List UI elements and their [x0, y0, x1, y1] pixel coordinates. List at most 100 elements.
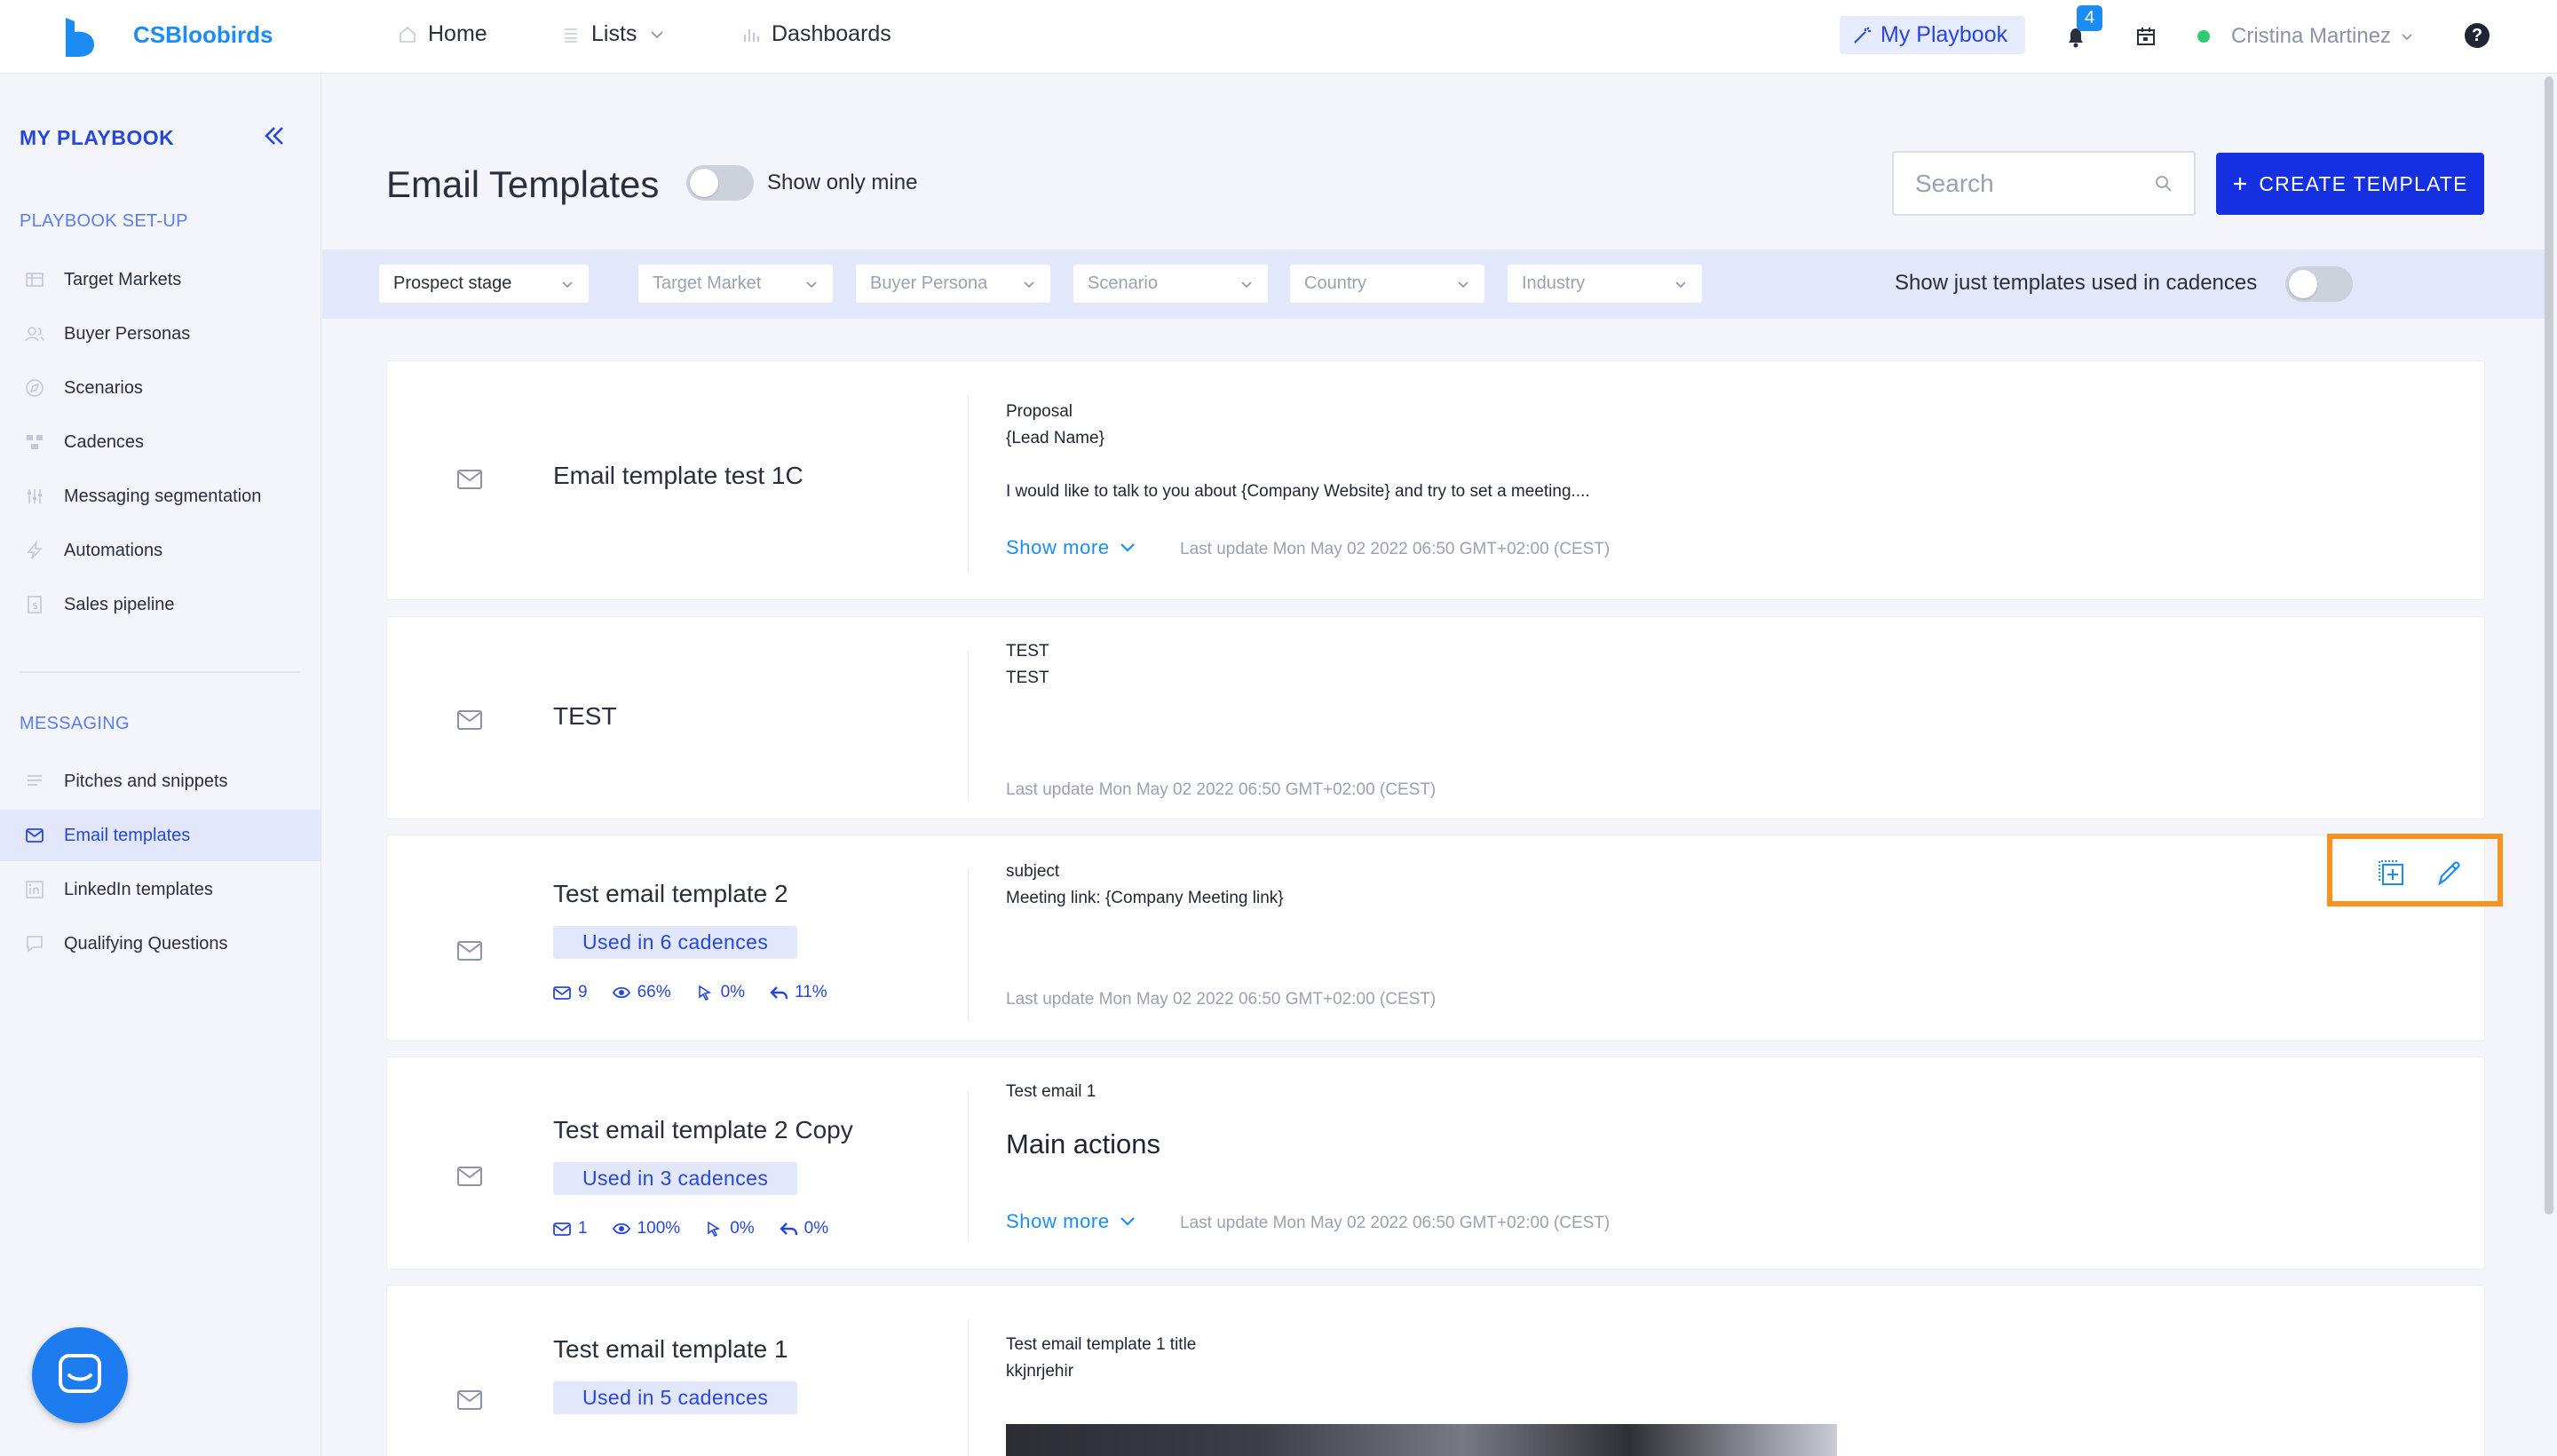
bloobirds-logo[interactable]	[62, 18, 96, 57]
plus-icon	[2234, 178, 2247, 190]
template-card[interactable]: Email template test 1C Proposal {Lead Na…	[386, 360, 2485, 600]
show-more-link[interactable]: Show more	[1006, 536, 1136, 559]
used-in-cadences-badge[interactable]: Used in 5 cadences	[553, 1381, 798, 1414]
notification-badge: 4	[2077, 5, 2102, 31]
chevron-down-icon	[1024, 281, 1034, 288]
show-more-label: Show more	[1006, 1210, 1110, 1232]
playbook-setup-heading: PLAYBOOK SET-UP	[20, 211, 188, 231]
nav-home[interactable]: Home	[398, 21, 487, 47]
chevron-down-icon	[1241, 281, 1252, 288]
my-playbook-button[interactable]: My Playbook	[1840, 16, 2026, 54]
stat-replied: 11%	[795, 983, 827, 1001]
nav-dashboards-label: Dashboards	[772, 21, 891, 46]
used-in-cadences-badge[interactable]: Used in 6 cadences	[553, 926, 798, 959]
card-divider	[968, 651, 969, 802]
sidebar-item-messaging-segmentation[interactable]: Messaging segmentation	[0, 471, 321, 522]
sidebar-item-target-markets[interactable]: Target Markets	[0, 254, 321, 305]
card-divider	[968, 1319, 969, 1456]
sidebar-item-email-templates[interactable]: Email templates	[0, 810, 321, 861]
show-more-link[interactable]: Show more	[1006, 1210, 1136, 1233]
cadences-icon	[27, 435, 43, 449]
pipeline-icon: $	[28, 596, 42, 613]
sent-mail-icon	[553, 1223, 571, 1236]
edit-pencil-icon[interactable]	[2434, 859, 2465, 889]
sidebar-item-buyer-personas[interactable]: Buyer Personas	[0, 308, 321, 360]
sidebar-item-sales-pipeline[interactable]: $ Sales pipeline	[0, 579, 321, 630]
sidebar-item-pitches[interactable]: Pitches and snippets	[0, 756, 321, 807]
sidebar-item-cadences[interactable]: Cadences	[0, 416, 321, 468]
template-body-line: {Lead Name}	[1006, 429, 1104, 447]
mail-icon	[457, 941, 482, 961]
template-body-line: I would like to talk to you about {Compa…	[1006, 482, 1590, 501]
template-card[interactable]: Test email template 2 Copy Used in 3 cad…	[386, 1056, 2485, 1270]
create-template-button[interactable]: CREATE TEMPLATE	[2216, 153, 2484, 215]
template-name: Email template test 1C	[553, 462, 804, 489]
home-icon	[400, 26, 416, 43]
template-card[interactable]: Test email template 2 Used in 6 cadences…	[386, 835, 2485, 1041]
chevron-down-icon	[1120, 1217, 1135, 1226]
support-chat-button[interactable]	[32, 1327, 128, 1423]
filter-industry[interactable]: Industry	[1508, 265, 1702, 303]
show-only-mine-label: Show only mine	[767, 170, 918, 194]
template-card[interactable]: TEST TEST TEST Last update Mon May 02 20…	[386, 616, 2485, 819]
template-body-line: kkjnrjehir	[1006, 1362, 1074, 1381]
mail-icon	[457, 470, 482, 489]
show-only-mine-toggle[interactable]	[686, 165, 754, 201]
last-update: Last update Mon May 02 2022 06:50 GMT+02…	[1180, 540, 1611, 558]
filter-prospect-stage[interactable]: Prospect stage	[379, 265, 589, 303]
sidebar-item-automations[interactable]: Automations	[0, 525, 321, 576]
filter-label: Scenario	[1088, 273, 1158, 293]
used-in-cadences-badge[interactable]: Used in 3 cadences	[553, 1162, 798, 1195]
sidebar-item-label: LinkedIn templates	[64, 879, 213, 899]
show-more-label: Show more	[1006, 536, 1110, 558]
sidebar-item-label: Qualifying Questions	[64, 933, 228, 954]
sidebar-item-label: Sales pipeline	[64, 594, 175, 614]
duplicate-icon[interactable]	[2377, 859, 2407, 889]
stat-opened: 100%	[637, 1219, 681, 1238]
sidebar-item-scenarios[interactable]: Scenarios	[0, 362, 321, 414]
filter-country[interactable]: Country	[1290, 265, 1484, 303]
template-subject: TEST	[1006, 642, 1049, 661]
eye-icon	[612, 1223, 630, 1235]
target-markets-icon	[26, 273, 44, 287]
brand-name[interactable]: CSBloobirds	[133, 21, 273, 49]
collapse-sidebar-icon[interactable]	[261, 123, 288, 149]
filter-label: Prospect stage	[393, 273, 512, 293]
reply-icon	[770, 986, 788, 1000]
chat-icon	[27, 936, 43, 953]
last-update: Last update Mon May 02 2022 06:50 GMT+02…	[1180, 1214, 1611, 1232]
cadence-only-toggle[interactable]	[2285, 266, 2353, 302]
filter-label: Target Market	[653, 273, 762, 293]
help-icon[interactable]: ?	[2465, 23, 2490, 48]
filter-scenario[interactable]: Scenario	[1073, 265, 1268, 303]
search-icon	[2156, 175, 2172, 192]
filter-buyer-persona[interactable]: Buyer Persona	[856, 265, 1050, 303]
mail-icon	[457, 1390, 482, 1410]
stat-sent: 1	[578, 1219, 588, 1238]
nav-lists-label: Lists	[591, 21, 637, 46]
create-template-label: CREATE TEMPLATE	[2259, 171, 2468, 195]
mail-icon	[457, 1167, 482, 1186]
filter-target-market[interactable]: Target Market	[638, 265, 833, 303]
filter-label: Country	[1304, 273, 1367, 293]
search-input[interactable]: Search	[1892, 151, 2196, 216]
user-menu[interactable]: Cristina Martinez	[2197, 24, 2414, 49]
sidebar-item-linkedin-templates[interactable]: LinkedIn templates	[0, 864, 321, 915]
scrollbar[interactable]	[2545, 76, 2553, 1215]
sidebar-item-qualifying-questions[interactable]: Qualifying Questions	[0, 918, 321, 969]
magic-wand-icon	[1854, 26, 1871, 44]
calendar-icon[interactable]	[2133, 23, 2159, 50]
filter-label: Industry	[1522, 273, 1586, 293]
sidebar-item-label: Pitches and snippets	[64, 771, 228, 791]
sidebar-item-label: Cadences	[64, 431, 145, 452]
template-card[interactable]: Test email template 1 Used in 5 cadences…	[386, 1285, 2485, 1456]
cursor-click-icon	[708, 1221, 721, 1237]
template-stats: 9 66% 0% 11%	[553, 983, 827, 1002]
nav-dashboards[interactable]: Dashboards	[741, 21, 891, 47]
chat-launcher-icon	[59, 1354, 101, 1393]
top-bar: CSBloobirds Home Lists Dashboards My Pla…	[0, 0, 2557, 74]
template-image	[1006, 1424, 1837, 1456]
nav-lists[interactable]: Lists	[561, 21, 667, 47]
sidebar-item-label: Buyer Personas	[64, 323, 191, 344]
card-divider	[968, 1091, 969, 1242]
